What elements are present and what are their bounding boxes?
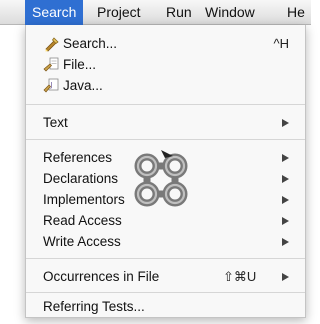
submenu-arrow-icon xyxy=(282,119,289,127)
menu-item-label: References xyxy=(43,150,113,165)
menu-item-label: Declarations xyxy=(43,171,119,186)
submenu-arrow-icon xyxy=(282,217,289,225)
submenu-arrow-icon xyxy=(282,175,289,183)
menu-bar: Search Project Run Window He xyxy=(0,0,311,25)
menu-item-label: Write Access xyxy=(43,234,121,249)
menubar-help[interactable]: He xyxy=(287,0,305,25)
menu-item-occurrences-in-file[interactable]: Occurrences in File ⇧⌘U xyxy=(26,266,305,287)
menu-item-label: File... xyxy=(63,57,97,72)
menubar-run[interactable]: Run xyxy=(166,0,192,25)
menu-separator xyxy=(26,258,305,259)
menu-item-file[interactable]: File... xyxy=(26,54,305,75)
shortcut-label: ^H xyxy=(273,36,290,51)
menu-item-write-access[interactable]: Write Access xyxy=(26,231,305,252)
menubar-search[interactable]: Search xyxy=(25,0,84,25)
submenu-arrow-icon xyxy=(282,273,289,281)
submenu-arrow-icon xyxy=(282,196,289,204)
menu-item-label: Implementors xyxy=(43,192,125,207)
file-search-icon xyxy=(43,57,59,72)
menu-separator xyxy=(26,292,305,293)
menu-separator xyxy=(26,139,305,140)
menu-item-referring-tests[interactable]: Referring Tests... xyxy=(26,296,305,317)
menu-item-label: Java... xyxy=(63,78,103,93)
menu-item-label: Referring Tests... xyxy=(43,299,145,314)
menu-separator xyxy=(26,104,305,105)
menu-item-label: Read Access xyxy=(43,213,122,228)
menu-item-label: Text xyxy=(43,115,68,130)
shortcut-label: ⇧⌘U xyxy=(223,269,257,284)
menu-item-text[interactable]: Text xyxy=(26,112,305,133)
menu-item-label: Search... xyxy=(63,36,118,51)
menu-item-label: Occurrences in File xyxy=(43,269,160,284)
submenu-arrow-icon xyxy=(282,238,289,246)
menu-item-java[interactable]: J Java... xyxy=(26,75,305,96)
submenu-arrow-icon xyxy=(282,154,289,162)
svg-text:J: J xyxy=(50,81,53,89)
java-search-icon: J xyxy=(43,78,59,93)
command-key-cursor-icon xyxy=(134,150,188,207)
menubar-window[interactable]: Window xyxy=(205,0,255,25)
menubar-project[interactable]: Project xyxy=(97,0,141,25)
search-flashlight-icon xyxy=(45,37,59,52)
menu-item-search[interactable]: Search... ^H xyxy=(26,33,305,54)
